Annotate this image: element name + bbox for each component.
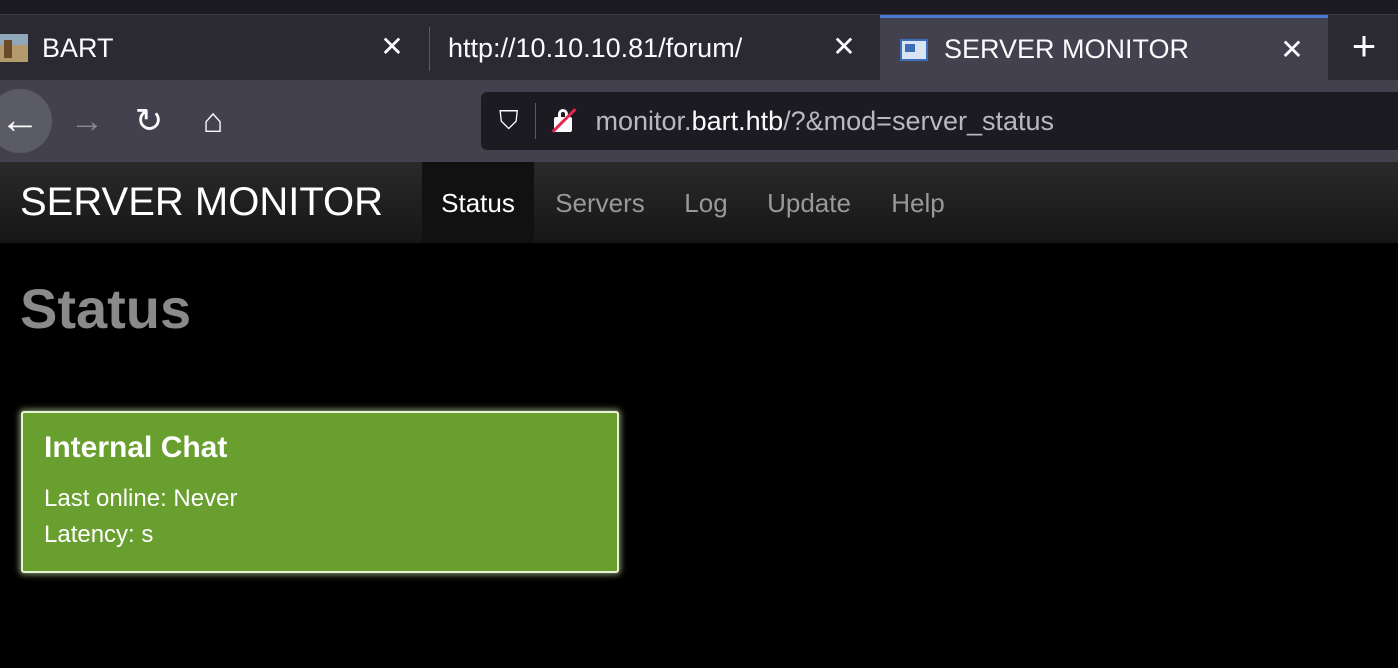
arrow-right-icon: → (70, 102, 104, 140)
nav-log[interactable]: Log (666, 162, 746, 243)
url-prefix: monitor. (595, 105, 692, 136)
tab-bart[interactable]: BART ✕ (0, 15, 428, 81)
server-last-online: Last online: Never (44, 485, 238, 512)
tab-title: SERVER MONITOR (944, 34, 1190, 64)
tab-forum[interactable]: http://10.10.10.81/forum/ ✕ (430, 15, 880, 81)
nav-servers[interactable]: Servers (534, 162, 666, 243)
close-tab-icon[interactable]: ✕ (830, 33, 858, 61)
arrow-left-icon: ← (0, 98, 40, 142)
url-suffix: /?&mod=server_status (783, 105, 1055, 136)
home-button[interactable]: ⌂ (188, 96, 238, 146)
nav-update[interactable]: Update (746, 162, 872, 243)
server-name: Internal Chat (44, 431, 228, 464)
tab-title: BART (42, 32, 114, 63)
server-status-card[interactable]: Internal Chat Last online: Never Latency… (21, 411, 619, 573)
window-top-edge (0, 0, 1398, 14)
nav-help[interactable]: Help (872, 162, 964, 243)
close-tab-icon[interactable]: ✕ (378, 33, 406, 61)
forward-button[interactable]: → (62, 96, 112, 146)
insecure-lock-icon[interactable] (550, 108, 576, 134)
url-separator (534, 103, 536, 139)
address-bar[interactable]: ⛉ monitor.bart.htb/?&mod=server_status (481, 92, 1398, 150)
new-tab-button[interactable]: + (1330, 15, 1398, 81)
url-text[interactable]: monitor.bart.htb/?&mod=server_status (596, 106, 1055, 137)
reload-button[interactable]: ↻ (124, 96, 174, 146)
reload-icon: ↻ (134, 102, 164, 140)
app-navbar: SERVER MONITOR Status Servers Log Update… (0, 162, 1398, 244)
page-title: Status (20, 277, 192, 340)
url-domain: bart.htb (691, 105, 784, 136)
server-latency: Latency: s (44, 521, 154, 548)
tab-title: http://10.10.10.81/forum/ (448, 32, 743, 63)
tab-server-monitor[interactable]: SERVER MONITOR ✕ (880, 15, 1328, 81)
tab-bar: BART ✕ http://10.10.10.81/forum/ ✕ SERVE… (0, 14, 1398, 81)
tracking-protection-shield-icon[interactable]: ⛉ (499, 105, 519, 137)
navigation-toolbar: ← → ↻ ⌂ ⛉ monitor.bart.htb/?&mod=server_… (0, 80, 1398, 162)
nav-status[interactable]: Status (422, 162, 534, 243)
app-brand[interactable]: SERVER MONITOR (20, 162, 383, 243)
close-tab-icon[interactable]: ✕ (1278, 36, 1306, 64)
bart-favicon-icon (0, 34, 28, 62)
server-monitor-favicon-icon (900, 38, 928, 61)
home-icon: ⌂ (202, 102, 224, 140)
back-button[interactable]: ← (0, 89, 52, 153)
